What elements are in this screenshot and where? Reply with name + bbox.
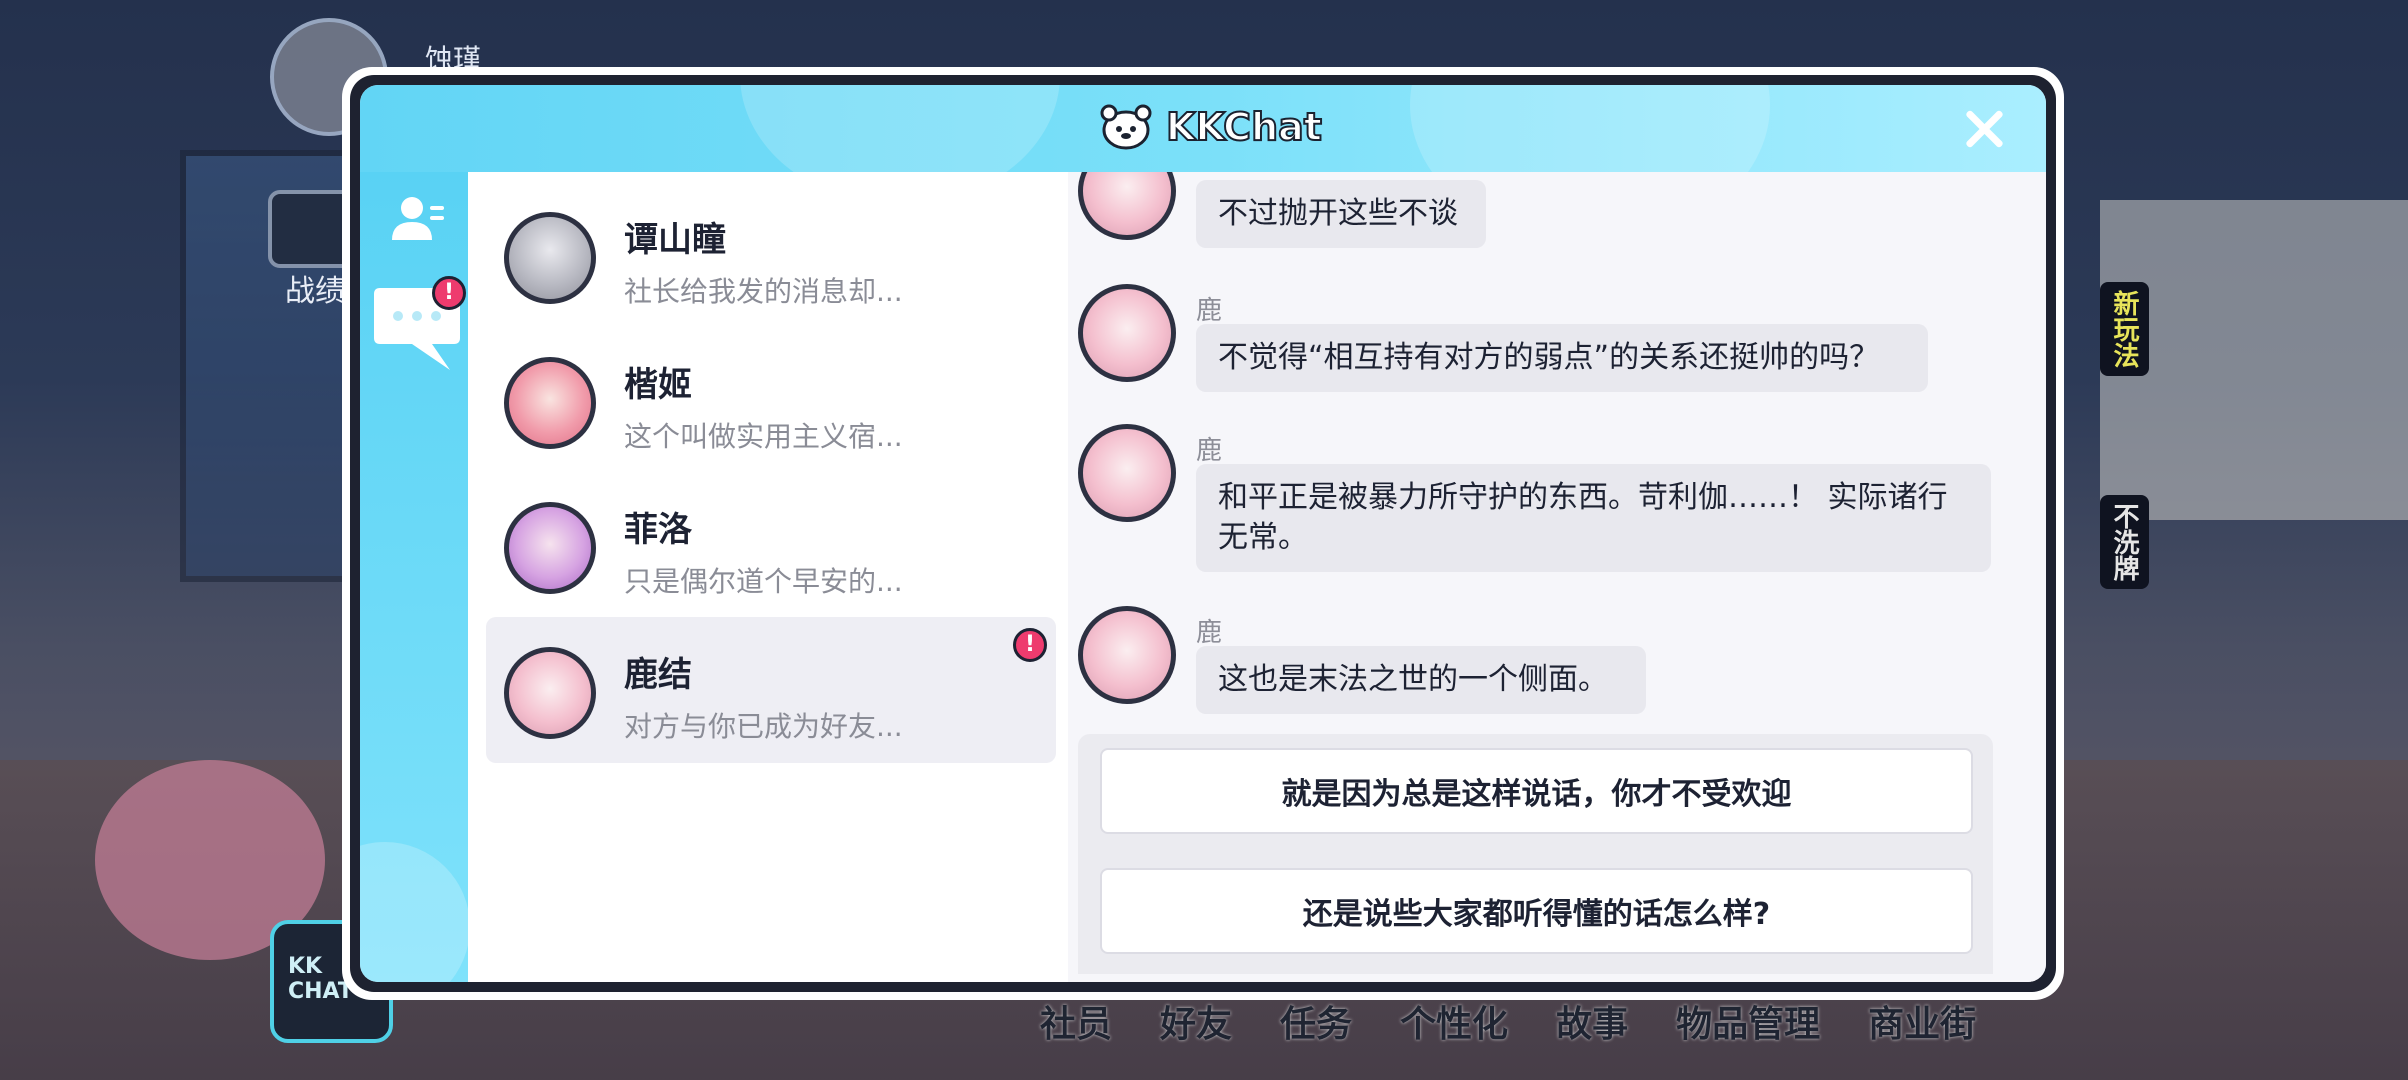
left-rail: ! [360, 172, 470, 982]
reply-option-1[interactable]: 就是因为总是这样说话，你才不受欢迎 [1100, 748, 1973, 834]
nav-members[interactable]: 社员 [1040, 995, 1112, 1047]
nav-story[interactable]: 故事 [1556, 995, 1628, 1047]
nav-items[interactable]: 物品管理 [1676, 995, 1820, 1047]
contact-preview: 这个叫做实用主义宿... [624, 420, 903, 453]
message-bubble: 不觉得“相互持有对方的弱点”的关系还挺帅的吗？ [1196, 324, 1928, 392]
kaiji-avatar [504, 357, 596, 449]
record-label: 战绩 [285, 274, 345, 309]
side-tab-no-shuffle[interactable]: 不洗牌 [2100, 495, 2149, 589]
kkchat-logo-icon [1100, 104, 1152, 150]
kkchat-dialog: KKChat ! 谭山瞳 社长给我发的消息却... 楷姬 这个叫做实用主义宿..… [342, 67, 2064, 1000]
nav-personalize[interactable]: 个性化 [1400, 995, 1508, 1047]
chat-panel: 不过抛开这些不谈 鹿结 不觉得“相互持有对方的弱点”的关系还挺帅的吗？ 鹿结 和… [1068, 172, 2046, 982]
dialog-header: KKChat [360, 85, 2046, 245]
app-title: KKChat [1165, 104, 1323, 150]
contact-list: 谭山瞳 社长给我发的消息却... 楷姬 这个叫做实用主义宿... 菲洛 只是偶尔… [468, 172, 1068, 982]
contact-preview: 对方与你已成为好友... [624, 710, 903, 743]
bottom-nav: 社员 好友 任务 个性化 故事 物品管理 商业街 [1040, 995, 2024, 1047]
reply-options: 就是因为总是这样说话，你才不受欢迎 还是说些大家都听得懂的话怎么样? [1078, 734, 1993, 974]
lujie-avatar [1078, 606, 1176, 704]
lujie-avatar [1078, 172, 1176, 240]
lujie-avatar [1078, 424, 1176, 522]
message-bubble: 和平正是被暴力所守护的东西。苛利伽……！ 实际诸行无常。 [1196, 464, 1991, 572]
reply-option-2[interactable]: 还是说些大家都听得懂的话怎么样? [1100, 868, 1973, 954]
nav-friends[interactable]: 好友 [1160, 995, 1232, 1047]
tan-shantong-avatar [504, 212, 596, 304]
message-bubble: 这也是末法之世的一个侧面。 [1196, 646, 1646, 714]
contact-item-kaiji[interactable]: 楷姬 这个叫做实用主义宿... [486, 327, 1056, 473]
contacts-icon[interactable] [390, 192, 446, 248]
unread-alert-badge: ! [1013, 628, 1047, 662]
contact-name: 楷姬 [624, 365, 692, 405]
side-tab-new-mode[interactable]: 新玩法 [2100, 282, 2149, 376]
contact-item-tan-shantong[interactable]: 谭山瞳 社长给我发的消息却... [486, 182, 1056, 328]
feiluo-avatar [504, 502, 596, 594]
chat-alert-badge: ! [432, 276, 466, 310]
close-icon[interactable] [1962, 107, 2006, 151]
lujie-avatar [504, 647, 596, 739]
nav-shop-street[interactable]: 商业街 [1868, 995, 1976, 1047]
contact-name: 菲洛 [624, 510, 692, 550]
contact-name: 谭山瞳 [624, 220, 726, 260]
contact-preview: 只是偶尔道个早安的... [624, 565, 903, 598]
contact-name: 鹿结 [624, 655, 692, 695]
nav-tasks[interactable]: 任务 [1280, 995, 1352, 1047]
message-bubble: 不过抛开这些不谈 [1196, 180, 1486, 248]
app-logo: KKChat [1100, 103, 1323, 151]
contact-item-feiluo[interactable]: 菲洛 只是偶尔道个早安的... [486, 472, 1056, 618]
lujie-avatar [1078, 284, 1176, 382]
contact-item-lujie[interactable]: 鹿结 对方与你已成为好友... ! [486, 617, 1056, 763]
contact-preview: 社长给我发的消息却... [624, 275, 903, 308]
